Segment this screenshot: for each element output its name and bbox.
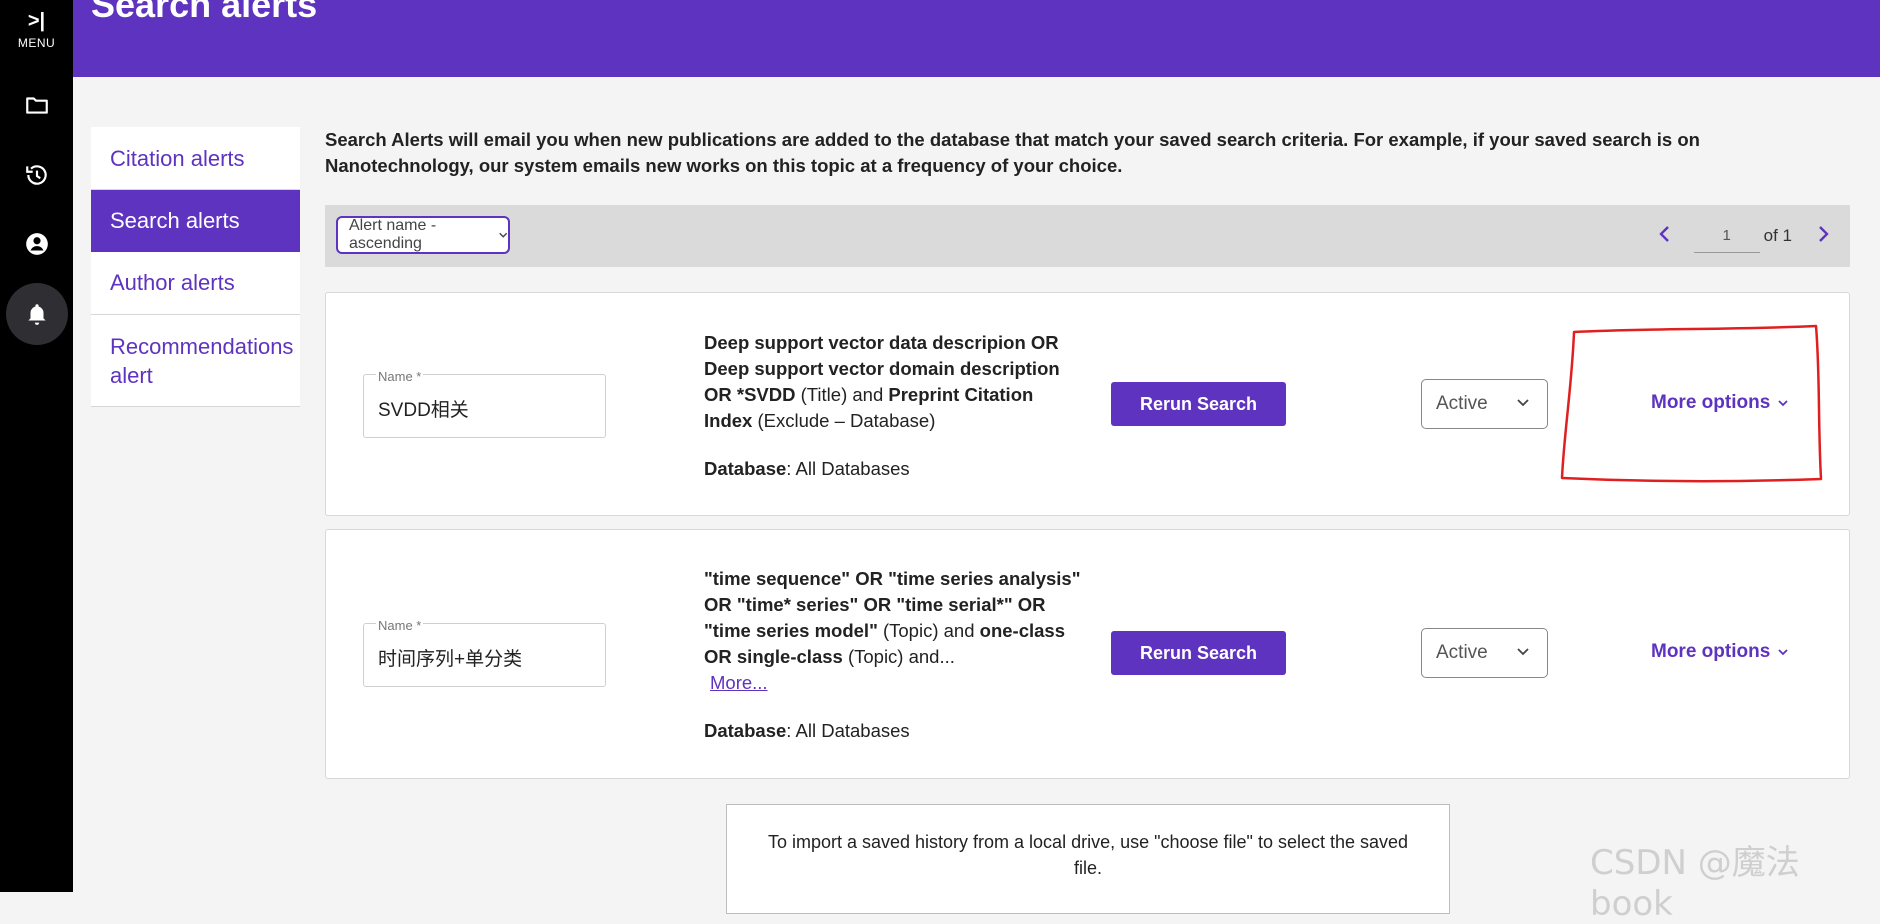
chevron-down-icon <box>1517 648 1529 656</box>
menu-expand-icon: >| <box>27 10 46 32</box>
status-value: Active <box>1436 393 1488 414</box>
results-toolbar: Alert name - ascending of 1 <box>325 205 1850 267</box>
chevron-down-icon <box>1778 400 1788 407</box>
menu-button[interactable]: >| MENU <box>0 10 73 50</box>
next-page-button[interactable] <box>1816 223 1830 249</box>
account-icon <box>25 233 48 255</box>
query-text: "time sequence" OR "time series analysis… <box>704 568 1081 693</box>
query-more-link[interactable]: More... <box>710 672 768 693</box>
page-header: Search alerts <box>73 0 1880 77</box>
page-title: Search alerts <box>91 0 318 25</box>
bell-icon <box>27 304 46 325</box>
alert-name-label: Name * <box>376 369 424 384</box>
rerun-search-button[interactable]: Rerun Search <box>1111 631 1286 675</box>
alert-name-field[interactable]: Name * 时间序列+单分类 <box>363 618 606 687</box>
import-history-box: To import a saved history from a local d… <box>726 804 1450 914</box>
rail-account-button[interactable] <box>0 229 73 259</box>
database-info: Database: All Databases <box>704 720 910 741</box>
active-indicator <box>5 283 68 345</box>
alert-name-label: Name * <box>376 618 424 633</box>
rerun-search-button[interactable]: Rerun Search <box>1111 382 1286 426</box>
alert-query: Deep support vector data descripion OR D… <box>704 330 1084 482</box>
database-info: Database: All Databases <box>704 458 910 479</box>
sort-dropdown[interactable]: Alert name - ascending <box>336 216 510 254</box>
alerts-side-nav: Citation alerts Search alerts Author ale… <box>91 127 300 407</box>
page-number-input[interactable] <box>1693 219 1760 253</box>
alert-name-field[interactable]: Name * SVDD相关 <box>363 369 606 438</box>
prev-page-button[interactable] <box>1658 223 1672 249</box>
sidenav-item-author-alerts[interactable]: Author alerts <box>91 252 300 315</box>
alert-card: Name * SVDD相关 Deep support vector data d… <box>325 292 1850 516</box>
left-rail: >| MENU <box>0 0 73 892</box>
sort-label: Alert name - ascending <box>349 217 437 252</box>
sidenav-item-citation-alerts[interactable]: Citation alerts <box>91 127 300 190</box>
chevron-left-icon <box>1658 226 1669 242</box>
watermark: CSDN @魔法book <box>1590 843 1800 924</box>
chevron-right-icon <box>1819 226 1829 242</box>
page-count: of 1 <box>1763 226 1792 245</box>
rail-folder-button[interactable] <box>0 90 73 120</box>
alert-card: Name * 时间序列+单分类 "time sequence" OR "time… <box>325 529 1850 779</box>
folder-icon <box>25 97 48 114</box>
history-icon <box>25 165 47 185</box>
sidenav-item-recommendations-alert[interactable]: Recommendations alert <box>91 315 300 407</box>
pagination: of 1 <box>1658 219 1830 253</box>
intro-text: Search Alerts will email you when new pu… <box>325 129 1700 176</box>
import-text: To import a saved history from a local d… <box>767 832 1409 878</box>
chevron-down-icon <box>1517 399 1529 407</box>
alert-query: "time sequence" OR "time series analysis… <box>704 566 1084 744</box>
status-dropdown[interactable]: Active <box>1421 628 1548 678</box>
more-options-button[interactable]: More options <box>1651 392 1789 414</box>
alert-name-value: 时间序列+单分类 <box>378 649 523 670</box>
chevron-down-icon <box>1778 649 1788 656</box>
alert-name-value: SVDD相关 <box>378 400 469 421</box>
rail-history-button[interactable] <box>0 160 73 190</box>
status-value: Active <box>1436 642 1488 663</box>
sidenav-item-search-alerts[interactable]: Search alerts <box>91 190 300 252</box>
menu-label: MENU <box>17 36 56 50</box>
more-options-label: More options <box>1651 641 1771 662</box>
chevron-down-icon <box>498 232 507 238</box>
status-dropdown[interactable]: Active <box>1421 379 1548 429</box>
more-options-label: More options <box>1651 392 1771 413</box>
more-options-button[interactable]: More options <box>1651 641 1789 663</box>
query-text: Deep support vector data descripion OR D… <box>704 332 1060 431</box>
rail-alerts-button[interactable] <box>0 283 73 345</box>
